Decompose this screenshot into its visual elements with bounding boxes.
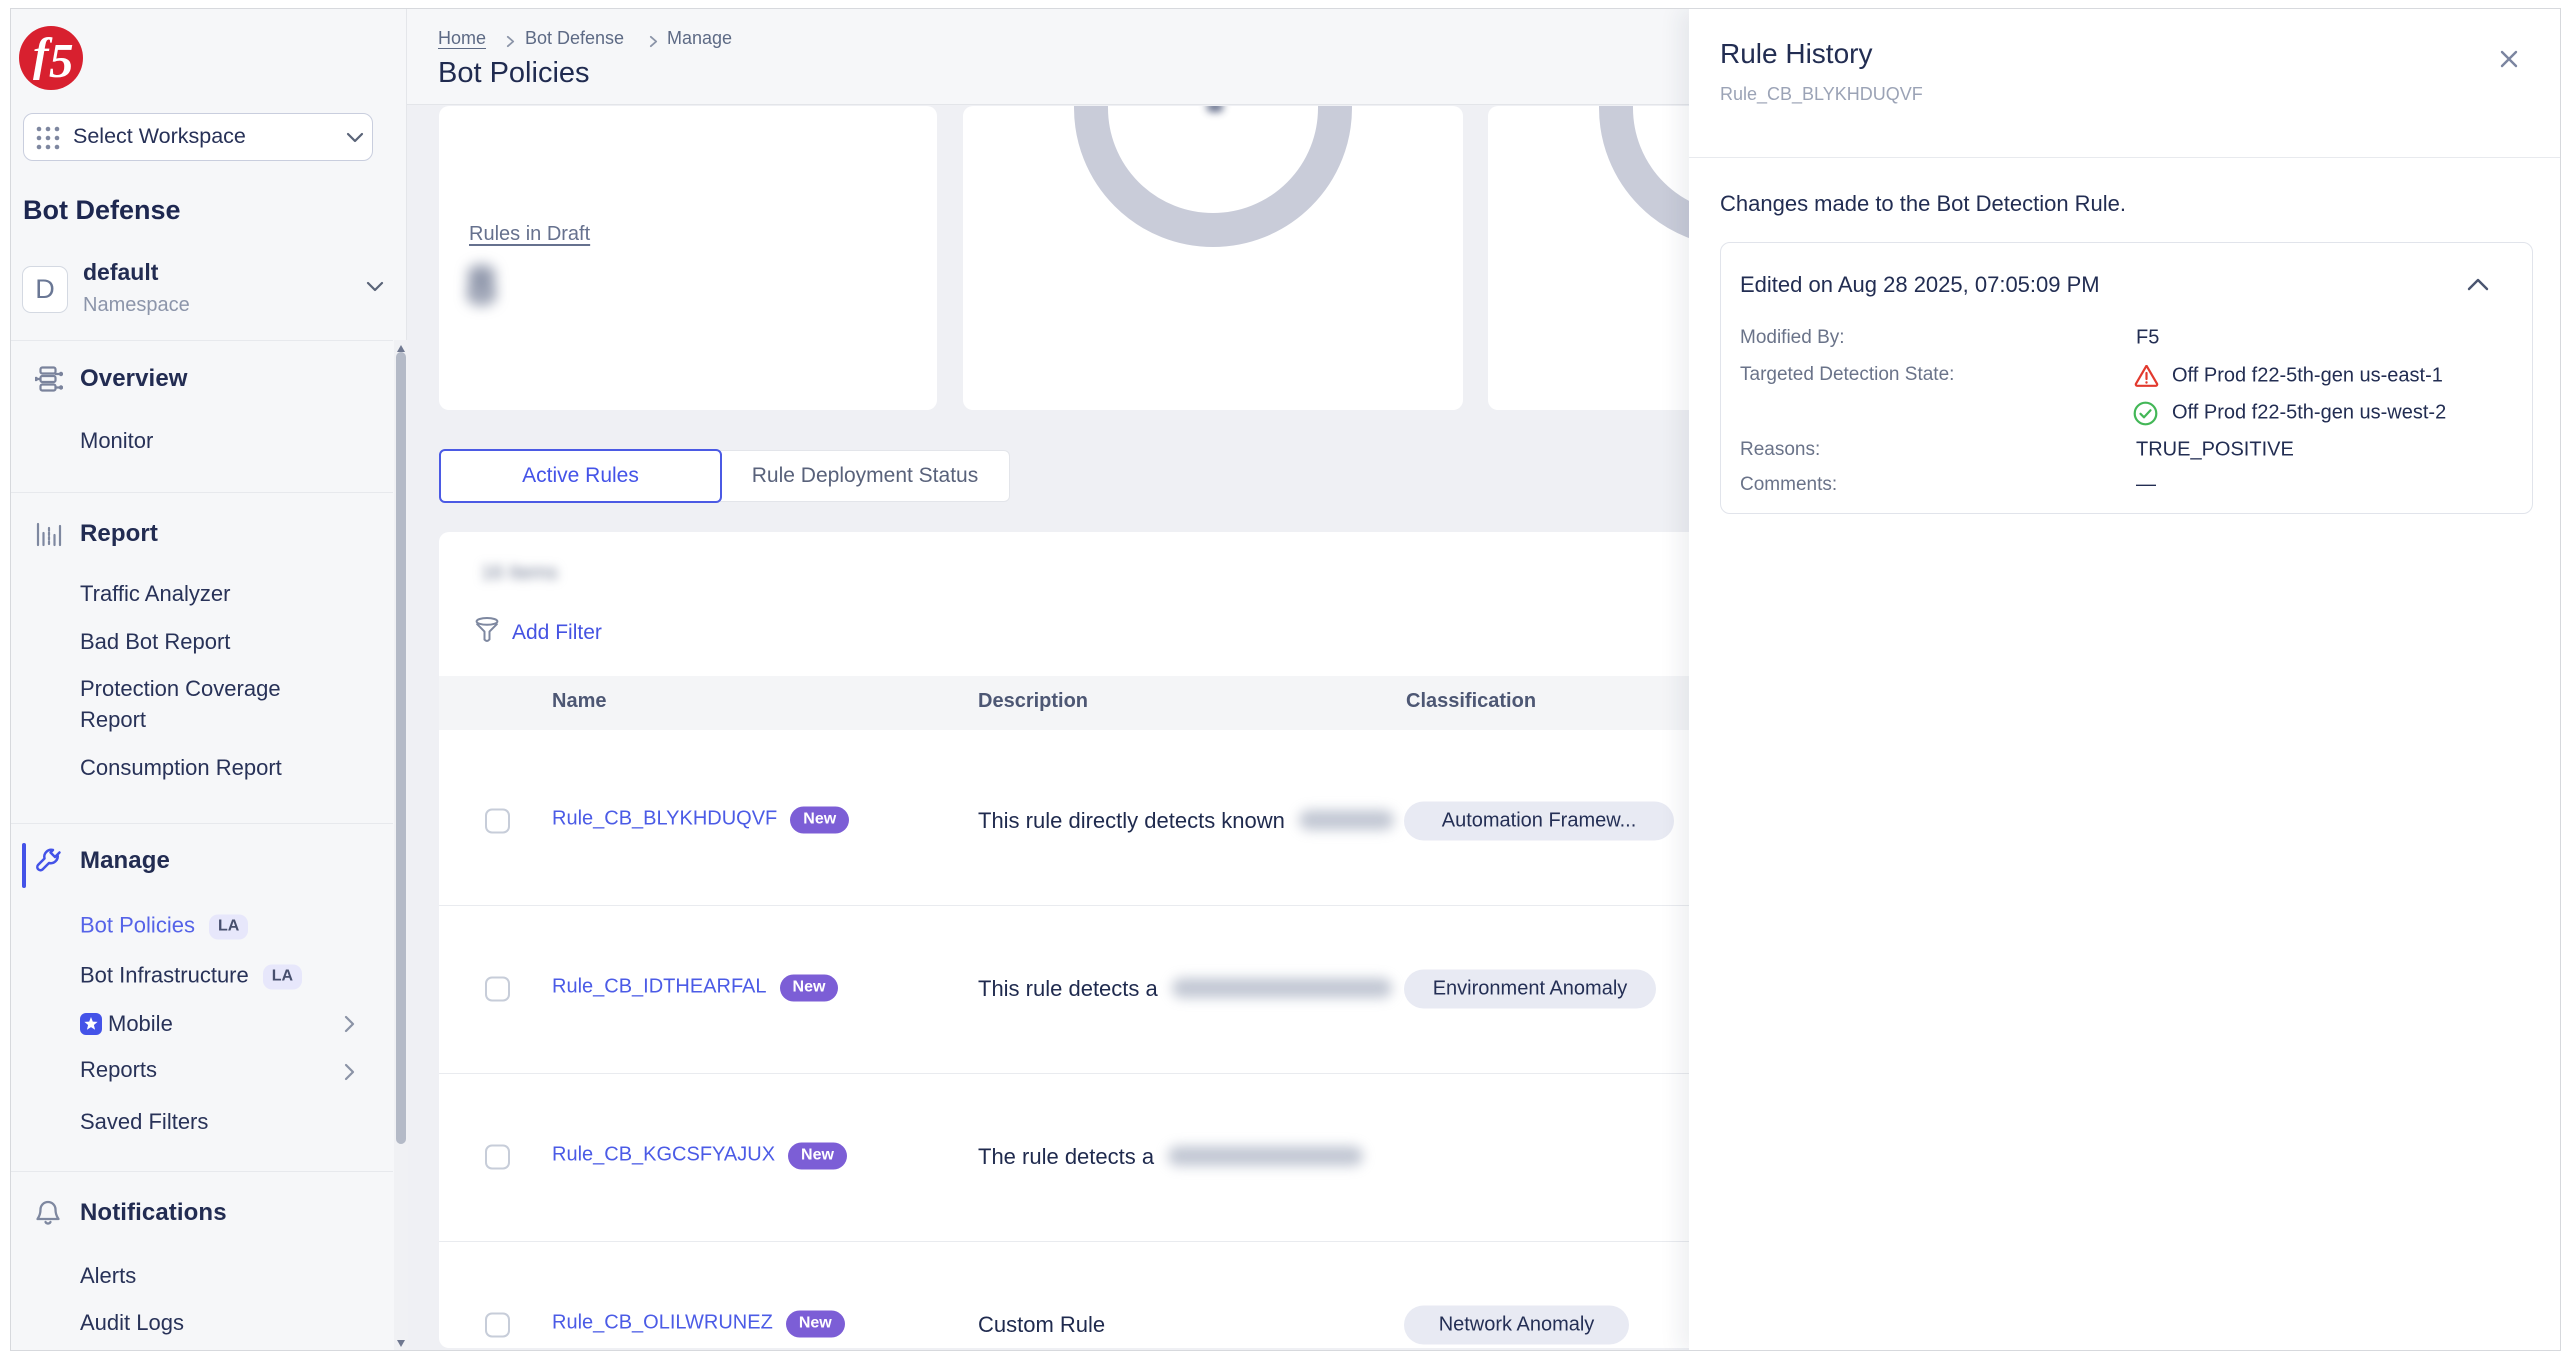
svg-text:5: 5: [49, 33, 74, 88]
